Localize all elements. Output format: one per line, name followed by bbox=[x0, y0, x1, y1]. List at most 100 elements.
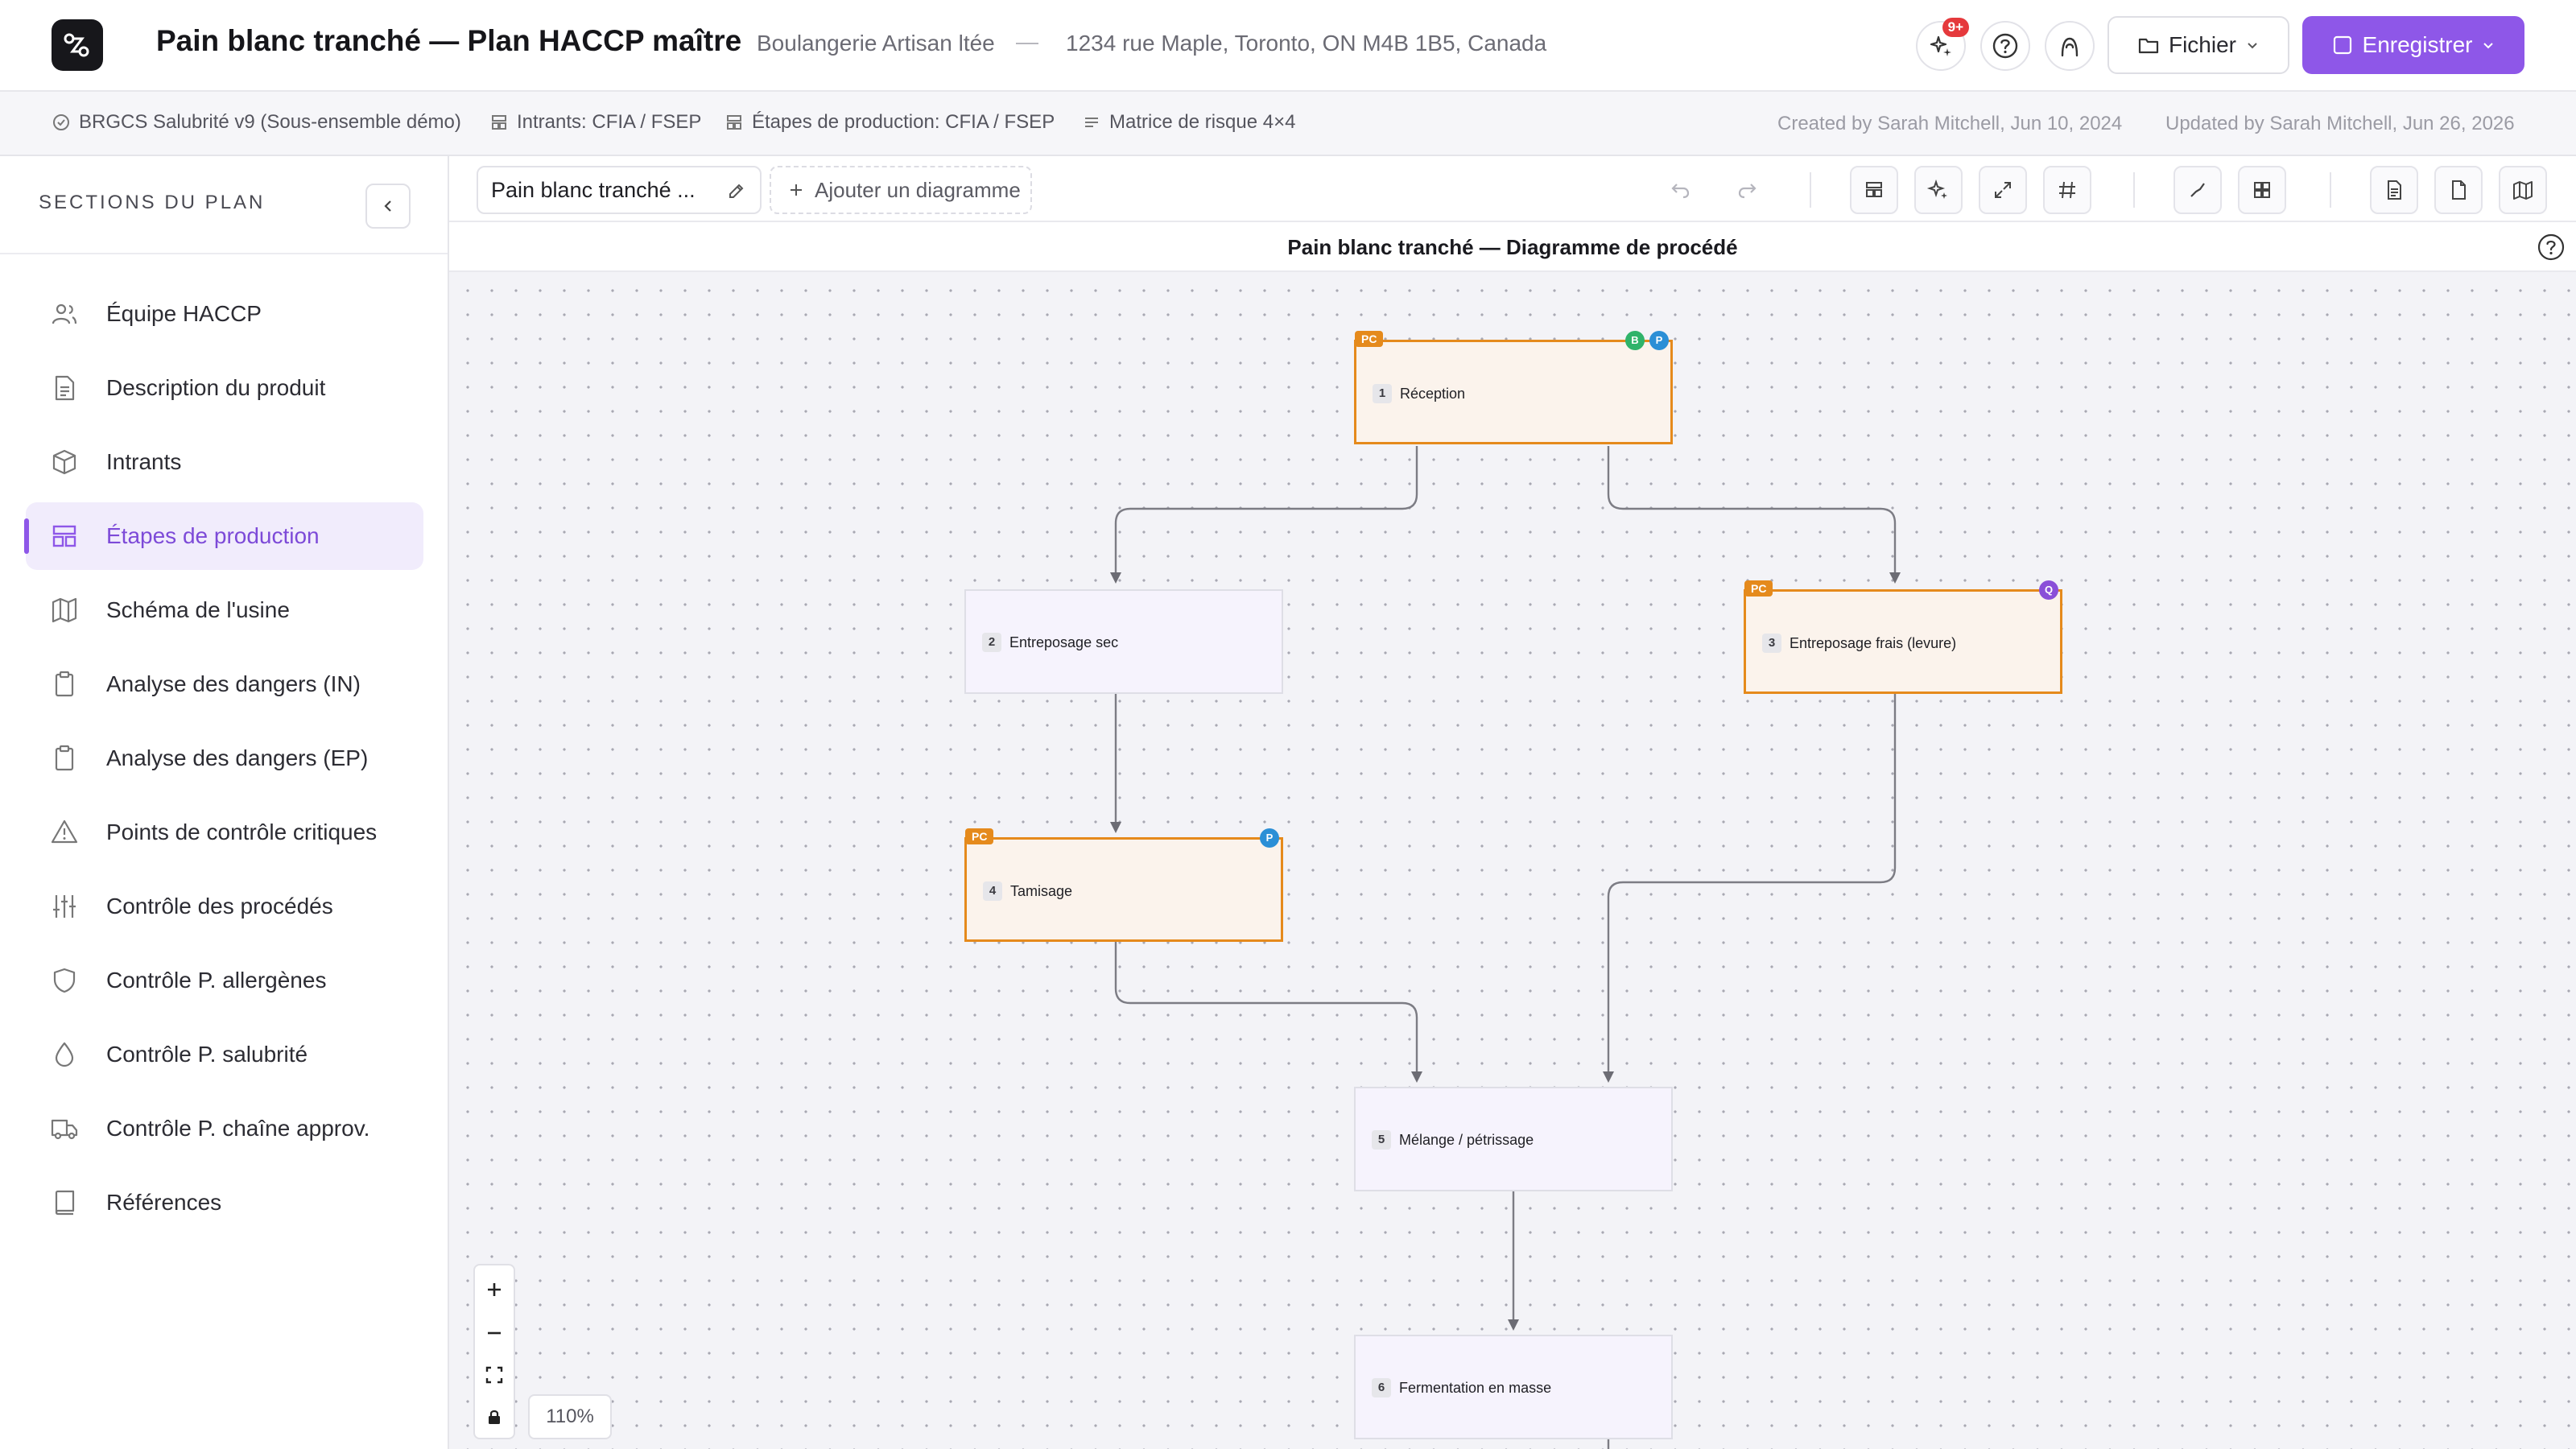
sidebar-item-hazard-analysis-ep[interactable]: Analyse des dangers (EP) bbox=[26, 724, 423, 792]
steps-chip[interactable]: Étapes de production: CFIA / FSEP bbox=[724, 111, 1055, 134]
fit-view-button[interactable] bbox=[475, 1354, 514, 1396]
export-button[interactable] bbox=[2434, 166, 2483, 214]
active-indicator bbox=[24, 518, 29, 554]
map-icon bbox=[2513, 181, 2533, 200]
process-step-node[interactable]: 6 Fermentation en masse bbox=[1354, 1335, 1673, 1439]
report-button[interactable] bbox=[2370, 166, 2418, 214]
layout-icon bbox=[1866, 182, 1882, 197]
connector-1-3 bbox=[1607, 446, 1901, 584]
help-icon[interactable] bbox=[2536, 232, 2566, 262]
edit-icon[interactable] bbox=[726, 180, 747, 201]
save-label: Enregistrer bbox=[2362, 32, 2473, 57]
sidebar-item-supply-chain-control[interactable]: Contrôle P. chaîne approv. bbox=[26, 1095, 423, 1162]
sidebar-item-production-steps[interactable]: Étapes de production bbox=[24, 502, 423, 570]
sidebar-item-plant-layout[interactable]: Schéma de l'usine bbox=[26, 576, 423, 644]
undo-button[interactable] bbox=[1657, 166, 1705, 214]
step-label: Réception bbox=[1400, 386, 1466, 402]
sidebar-item-label: Contrôle P. allergènes bbox=[106, 968, 327, 993]
shield-icon bbox=[53, 968, 76, 993]
sidebar-item-label: Contrôle P. salubrité bbox=[106, 1042, 308, 1067]
tab-diagram[interactable]: Pain blanc tranché ... bbox=[477, 166, 762, 214]
matrix-chip[interactable]: Matrice de risque 4×4 bbox=[1082, 111, 1295, 134]
diagram-title-bar: Pain blanc tranché — Diagramme de procéd… bbox=[449, 222, 2576, 272]
sidebar-item-label: Analyse des dangers (IN) bbox=[106, 671, 361, 696]
user-menu-button[interactable] bbox=[2045, 21, 2095, 71]
expand-button[interactable] bbox=[1979, 166, 2027, 214]
inputs-chip[interactable]: Intrants: CFIA / FSEP bbox=[489, 111, 701, 134]
standard-chip[interactable]: BRGCS Salubrité v9 (Sous-ensemble démo) bbox=[52, 111, 461, 134]
standard-label: BRGCS Salubrité v9 (Sous-ensemble démo) bbox=[79, 111, 461, 133]
step-number: 2 bbox=[982, 633, 1001, 652]
save-button[interactable]: Enregistrer bbox=[2302, 16, 2524, 74]
add-diagram-button[interactable]: Ajouter un diagramme bbox=[770, 166, 1032, 214]
sidebar-item-sanitation-control[interactable]: Contrôle P. salubrité bbox=[26, 1021, 423, 1088]
quality-tag: Q bbox=[2039, 580, 2058, 600]
process-step-node[interactable]: 2 Entreposage sec bbox=[964, 589, 1283, 694]
tab-diagram-label: Pain blanc tranché ... bbox=[491, 177, 696, 202]
connector-button[interactable] bbox=[2174, 166, 2222, 214]
pc-tag: PC bbox=[1744, 580, 1773, 597]
sidebar-item-label: Équipe HACCP bbox=[106, 301, 262, 326]
header-separator: — bbox=[1016, 29, 1038, 54]
diagram-canvas[interactable]: PC B P 1 Réception 2 Entreposage sec PC … bbox=[449, 272, 2576, 1449]
lock-button[interactable] bbox=[475, 1396, 514, 1438]
ai-assistant-button[interactable]: 9+ bbox=[1916, 18, 1969, 71]
check-circle-icon bbox=[53, 114, 69, 130]
sidebar-header: SECTIONS DU PLAN bbox=[0, 156, 448, 254]
fit-view-icon bbox=[485, 1366, 503, 1384]
app-logo[interactable] bbox=[52, 19, 103, 71]
add-diagram-label: Ajouter un diagramme bbox=[815, 177, 1021, 202]
pc-tag: PC bbox=[1355, 331, 1384, 347]
zoom-out-button[interactable] bbox=[475, 1312, 514, 1354]
sidebar-item-process-control[interactable]: Contrôle des procédés bbox=[26, 873, 423, 940]
magic-button[interactable] bbox=[1914, 166, 1963, 214]
map-view-button[interactable] bbox=[2499, 166, 2547, 214]
plus-icon bbox=[488, 1283, 501, 1296]
sidebar-title: SECTIONS DU PLAN bbox=[39, 192, 266, 213]
sidebar-item-allergen-control[interactable]: Contrôle P. allergènes bbox=[26, 947, 423, 1014]
diagram-toolbar: Pain blanc tranché ... Ajouter un diagra… bbox=[449, 156, 2576, 222]
file-icon bbox=[2452, 180, 2466, 200]
book-icon bbox=[55, 1190, 75, 1216]
file-menu-button[interactable]: Fichier bbox=[2107, 16, 2289, 74]
layout-button[interactable] bbox=[1850, 166, 1898, 214]
step-label: Entreposage frais (levure) bbox=[1790, 635, 1957, 651]
process-step-node[interactable]: PC Q 3 Entreposage frais (levure) bbox=[1744, 580, 2062, 694]
sidebar-item-hazard-analysis-in[interactable]: Analyse des dangers (IN) bbox=[26, 650, 423, 718]
sidebar-item-label: Points de contrôle critiques bbox=[106, 819, 378, 844]
chevron-down-icon bbox=[2248, 43, 2257, 49]
company-address: 1234 rue Maple, Toronto, ON M4B 1B5, Can… bbox=[1066, 31, 1547, 56]
app-header: Pain blanc tranché — Plan HACCP maître B… bbox=[0, 0, 2576, 92]
clipboard-icon bbox=[55, 671, 74, 697]
sidebar-item-label: Intrants bbox=[106, 449, 182, 474]
zoom-level: 110% bbox=[528, 1394, 612, 1439]
sidebar-item-label: Description du produit bbox=[106, 375, 326, 400]
box-icon bbox=[52, 449, 76, 475]
sidebar-item-product-description[interactable]: Description du produit bbox=[26, 354, 423, 422]
grid-icon bbox=[2254, 182, 2270, 198]
plan-meta-bar: BRGCS Salubrité v9 (Sous-ensemble démo) … bbox=[0, 92, 2576, 156]
process-step-node[interactable]: PC P 4 Tamisage bbox=[964, 828, 1283, 942]
connector-1-2 bbox=[1110, 446, 1418, 584]
process-step-node[interactable]: PC B P 1 Réception bbox=[1354, 331, 1673, 444]
undo-icon bbox=[1671, 184, 1690, 199]
sidebar-item-label: Étapes de production bbox=[106, 523, 320, 548]
sidebar-item-critical-control-points[interactable]: Points de contrôle critiques bbox=[26, 799, 423, 866]
file-menu-label: Fichier bbox=[2168, 32, 2236, 57]
step-label: Tamisage bbox=[1010, 883, 1073, 899]
diagram-title: Pain blanc tranché — Diagramme de procéd… bbox=[1287, 235, 1738, 259]
help-button[interactable] bbox=[1980, 21, 2030, 71]
toolbar-divider bbox=[2133, 172, 2135, 208]
redo-button[interactable] bbox=[1723, 166, 1771, 214]
company-name: Boulangerie Artisan ltée bbox=[757, 31, 995, 56]
zoom-in-button[interactable] bbox=[475, 1269, 514, 1311]
process-step-node[interactable]: 5 Mélange / pétrissage bbox=[1354, 1087, 1673, 1191]
grid-numbers-button[interactable] bbox=[2043, 166, 2091, 214]
sidebar-item-haccp-team[interactable]: Équipe HACCP bbox=[26, 280, 423, 348]
collapse-sidebar-button[interactable] bbox=[365, 184, 411, 229]
sidebar-item-references[interactable]: Références bbox=[26, 1169, 423, 1236]
sidebar-item-inputs[interactable]: Intrants bbox=[26, 428, 423, 496]
folder-icon bbox=[2138, 38, 2159, 54]
plan-sections-sidebar: SECTIONS DU PLAN Équipe HACCP Descriptio… bbox=[0, 156, 449, 1449]
grid-view-button[interactable] bbox=[2238, 166, 2286, 214]
